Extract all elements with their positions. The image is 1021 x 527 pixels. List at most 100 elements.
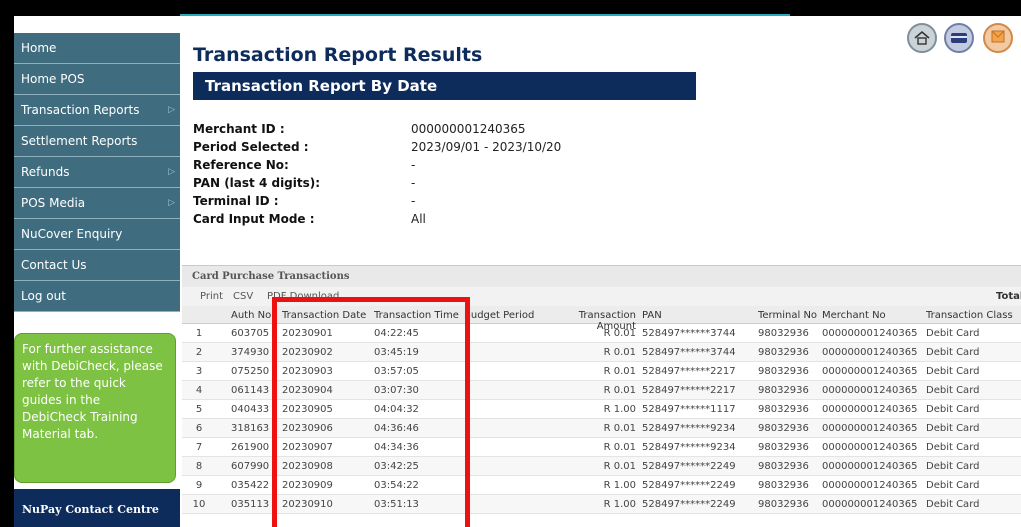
terminal-cell: 98032936 — [758, 366, 809, 377]
amount-cell: R 0.01 — [603, 423, 636, 434]
class-cell: Debit Card — [926, 366, 980, 377]
terminal-cell: 98032936 — [758, 442, 809, 453]
reference-label: Reference No: — [193, 158, 289, 172]
auth-no-cell: 374930 — [231, 347, 270, 358]
col-budget-period[interactable]: Budget Period — [464, 310, 536, 321]
row-index: 4 — [195, 385, 203, 396]
sidebar-item-settlement-reports[interactable]: Settlement Reports — [14, 126, 180, 157]
auth-no-cell: 035422 — [231, 480, 270, 491]
row-index: 1 — [195, 328, 203, 339]
col-transaction-class[interactable]: Transaction Class — [926, 310, 1020, 321]
sidebar-item-label: POS Media — [21, 196, 86, 210]
auth-no-cell: 075250 — [231, 366, 270, 377]
sidebar-item-label: Transaction Reports — [21, 103, 140, 117]
class-cell: Debit Card — [926, 404, 980, 415]
row-index: 6 — [195, 423, 203, 434]
merchant-cell: 000000001240365 — [822, 385, 918, 396]
amount-cell: R 1.00 — [603, 499, 636, 510]
pan-cell: 528497******2217 — [642, 366, 736, 377]
card-input-value: All — [411, 212, 426, 226]
pan-cell: 528497******9234 — [642, 423, 736, 434]
amount-cell: R 0.01 — [603, 385, 636, 396]
home-icon[interactable] — [907, 23, 937, 53]
auth-no-cell: 040433 — [231, 404, 270, 415]
auth-no-cell: 061143 — [231, 385, 270, 396]
submenu-arrow-icon: ▷ — [168, 198, 175, 208]
col-auth-no[interactable]: Auth No — [231, 310, 277, 321]
auth-no-cell: 261900 — [231, 442, 270, 453]
terminal-label: Terminal ID : — [193, 194, 279, 208]
sidebar-item-transaction-reports[interactable]: Transaction Reports ▷ — [14, 95, 180, 126]
sidebar-item-label: Home POS — [21, 72, 85, 86]
sidebar-item-label: Contact Us — [21, 258, 87, 272]
merchant-cell: 000000001240365 — [822, 499, 918, 510]
mail-icon[interactable] — [983, 23, 1013, 53]
terminal-cell: 98032936 — [758, 404, 809, 415]
print-link[interactable]: Print — [200, 291, 223, 302]
sidebar-item-log-out[interactable]: Log out — [14, 281, 180, 312]
sidebar-item-home-pos[interactable]: Home POS — [14, 64, 180, 95]
terminal-cell: 98032936 — [758, 328, 809, 339]
period-value: 2023/09/01 - 2023/10/20 — [411, 140, 562, 154]
terminal-cell: 98032936 — [758, 480, 809, 491]
report-header-bar: Transaction Report By Date — [193, 72, 696, 100]
pan-cell: 528497******1117 — [642, 404, 736, 415]
sidebar-item-label: Refunds — [21, 165, 70, 179]
class-cell: Debit Card — [926, 347, 980, 358]
sidebar-item-refunds[interactable]: Refunds ▷ — [14, 157, 180, 188]
class-cell: Debit Card — [926, 385, 980, 396]
amount-cell: R 0.01 — [603, 366, 636, 377]
card-input-label: Card Input Mode : — [193, 212, 315, 226]
sidebar-item-pos-media[interactable]: POS Media ▷ — [14, 188, 180, 219]
class-cell: Debit Card — [926, 480, 980, 491]
merchant-cell: 000000001240365 — [822, 461, 918, 472]
contact-centre-box[interactable]: NuPay Contact Centre — [14, 489, 180, 527]
page-title: Transaction Report Results — [193, 44, 483, 66]
panel-title: Card Purchase Transactions — [182, 266, 1021, 287]
left-edge — [0, 16, 14, 527]
auth-no-cell: 318163 — [231, 423, 270, 434]
merchant-id-value: 000000001240365 — [411, 122, 526, 136]
merchant-cell: 000000001240365 — [822, 404, 918, 415]
col-merchant-no[interactable]: Merchant No — [822, 310, 926, 321]
row-index: 9 — [195, 480, 203, 491]
period-label: Period Selected : — [193, 140, 309, 154]
col-terminal-no[interactable]: Terminal No — [758, 310, 820, 321]
sidebar-item-home[interactable]: Home — [14, 33, 180, 64]
submenu-arrow-icon: ▷ — [168, 105, 175, 115]
merchant-cell: 000000001240365 — [822, 423, 918, 434]
merchant-cell: 000000001240365 — [822, 366, 918, 377]
top-bar — [0, 0, 1021, 16]
sidebar-item-contact-us[interactable]: Contact Us — [14, 250, 180, 281]
merchant-cell: 000000001240365 — [822, 480, 918, 491]
auth-no-cell: 035113 — [231, 499, 270, 510]
pan-label: PAN (last 4 digits): — [193, 176, 321, 190]
merchant-id-label: Merchant ID : — [193, 122, 285, 136]
merchant-cell: 000000001240365 — [822, 328, 918, 339]
csv-link[interactable]: CSV — [233, 291, 253, 302]
row-index: 8 — [195, 461, 203, 472]
sidebar-item-label: Log out — [21, 289, 66, 303]
terminal-cell: 98032936 — [758, 385, 809, 396]
auth-no-cell: 607990 — [231, 461, 270, 472]
sidebar-item-label: NuCover Enquiry — [21, 227, 123, 241]
card-icon[interactable] — [944, 23, 974, 53]
sidebar: Home Home POS Transaction Reports ▷ Settl… — [14, 33, 180, 527]
pan-cell: 528497******3744 — [642, 347, 736, 358]
red-highlight-box — [272, 297, 470, 527]
class-cell: Debit Card — [926, 442, 980, 453]
submenu-arrow-icon: ▷ — [168, 167, 175, 177]
reference-value: - — [411, 158, 416, 172]
terminal-cell: 98032936 — [758, 423, 809, 434]
class-cell: Debit Card — [926, 328, 980, 339]
terminal-cell: 98032936 — [758, 347, 809, 358]
class-cell: Debit Card — [926, 423, 980, 434]
row-index: 2 — [195, 347, 203, 358]
amount-cell: R 0.01 — [603, 347, 636, 358]
class-cell: Debit Card — [926, 499, 980, 510]
merchant-cell: 000000001240365 — [822, 347, 918, 358]
sidebar-item-nucover-enquiry[interactable]: NuCover Enquiry — [14, 219, 180, 250]
merchant-cell: 000000001240365 — [822, 442, 918, 453]
row-index: 7 — [195, 442, 203, 453]
col-pan[interactable]: PAN — [642, 310, 754, 321]
